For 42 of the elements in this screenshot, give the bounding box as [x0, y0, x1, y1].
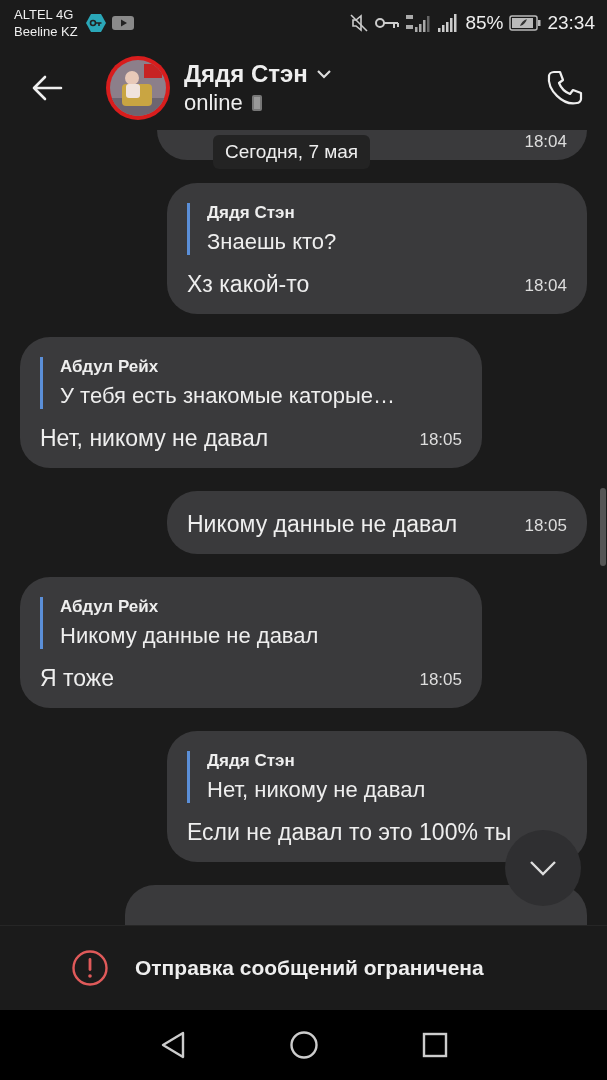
- signal-icon: [437, 13, 460, 33]
- chevron-down-icon[interactable]: [315, 69, 332, 79]
- message-text: Если не давал то это 100% ты: [187, 819, 512, 846]
- contact-name[interactable]: Дядя Стэн: [184, 60, 308, 88]
- message-time: 18:05: [419, 670, 462, 691]
- reply-text: Никому данные не давал: [60, 623, 320, 649]
- message-text: Хз какой-то: [187, 271, 310, 298]
- online-status: online: [184, 90, 243, 116]
- message-time: 18:05: [419, 430, 462, 451]
- clock: 23:34: [547, 12, 595, 34]
- reply-author: Дядя Стэн: [207, 751, 296, 771]
- message-text: Нет, никому не давал: [40, 425, 269, 452]
- chevron-down-icon[interactable]: [528, 859, 558, 877]
- message-bubble[interactable]: Никому данные не давал 18:05: [167, 491, 587, 554]
- battery-icon: [509, 15, 542, 31]
- message-time: 18:05: [524, 516, 567, 537]
- reply-author: Абдул Рейх: [60, 597, 160, 617]
- message-time: 18:04: [524, 276, 567, 297]
- phone-device-icon: [250, 94, 263, 112]
- key-icon: [375, 16, 400, 30]
- video-icon: [111, 15, 134, 31]
- message-text: Я тоже: [40, 665, 114, 692]
- reply-author: Дядя Стэн: [207, 203, 296, 223]
- reply-text: Знаешь кто?: [207, 229, 338, 255]
- mute-icon: [349, 13, 370, 33]
- message-bubble[interactable]: Абдул Рейх У тебя есть знакомые каторые… Нет, никому не давал 18:05: [20, 337, 482, 468]
- date-toast: Сегодня, 7 мая: [213, 135, 371, 169]
- key-icon: [85, 13, 106, 33]
- reply-author: Абдул Рейх: [60, 357, 160, 377]
- carrier-name: Beeline KZ: [14, 23, 78, 40]
- warning-icon: [71, 949, 109, 987]
- carrier-name: ALTEL 4G: [14, 6, 75, 23]
- message-bubble[interactable]: Дядя Стэн Знаешь кто? Хз какой-то 18:04: [167, 183, 587, 314]
- message-bubble[interactable]: Дядя Стэн Нет, никому не давал Если не давал то это 100% ты: [167, 731, 587, 862]
- reply-text: Нет, никому не давал: [207, 777, 427, 803]
- message-text: Никому данные не давал: [187, 511, 458, 538]
- reply-text: У тебя есть знакомые каторые…: [60, 383, 396, 409]
- battery-percent: 85%: [465, 12, 504, 34]
- signal-icon: [405, 13, 432, 33]
- message-time: 18:04: [524, 132, 567, 153]
- message-bubble[interactable]: Абдул Рейх Никому данные не давал Я тоже 18:05: [20, 577, 482, 708]
- notice-text: Отправка сообщений ограничена: [135, 956, 484, 980]
